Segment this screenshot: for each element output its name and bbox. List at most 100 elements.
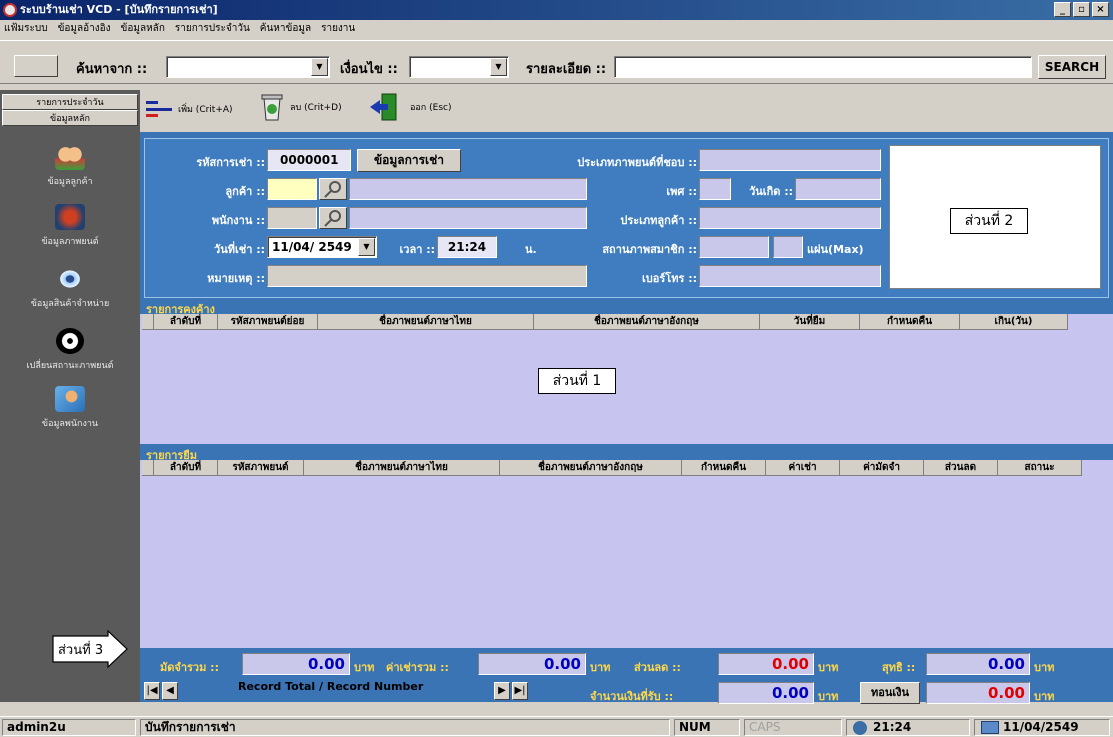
net-label: สุทธิ :: <box>882 661 916 674</box>
menu-search[interactable]: ค้นหาข้อมูล <box>260 20 311 38</box>
add-button[interactable]: เพิ่ม (Crit+A) <box>144 96 233 122</box>
deposit-label: มัดจำรวม :: <box>160 661 219 674</box>
first-record-button[interactable]: |◀ <box>144 682 160 700</box>
condition-combo[interactable]: ▼ <box>409 56 509 78</box>
member-status-label: สถานภาพสมาชิก :: <box>602 243 697 256</box>
change-amount-field: 0.00 <box>926 682 1030 704</box>
discount-field: 0.00 <box>718 653 814 675</box>
rent-total-label: ค่าเช่ารวม :: <box>386 661 449 674</box>
trash-icon <box>261 94 283 121</box>
status-time: 21:24 <box>846 719 970 736</box>
disc-icon <box>56 328 84 354</box>
col-sub-movie-id: รหัสภาพยนต์ย่อย <box>218 314 318 330</box>
last-record-button[interactable]: ▶| <box>512 682 528 700</box>
col-thai-title: ชื่อภาพยนต์ภาษาไทย <box>304 460 500 476</box>
minimize-button[interactable]: _ <box>1054 2 1071 17</box>
col-overdue: เกิน(วัน) <box>960 314 1068 330</box>
users-icon <box>55 144 85 170</box>
menu-file[interactable]: แฟ้มระบบ <box>4 20 48 38</box>
col-marker <box>142 314 154 330</box>
sidebar-item-products[interactable]: ข้อมูลสินค้าจำหน่าย <box>0 266 140 310</box>
toolbar: เพิ่ม (Crit+A) ลบ (Crit+D) ออก (Esc) <box>140 90 1113 130</box>
chevron-down-icon[interactable]: ▼ <box>490 58 507 76</box>
col-eng-title: ชื่อภาพยนต์ภาษาอังกฤษ <box>500 460 682 476</box>
col-marker <box>142 460 154 476</box>
borrow-grid: ลำดับที่ รหัสภาพยนต์ ชื่อภาพยนต์ภาษาไทย … <box>140 460 1113 648</box>
record-status-text: Record Total / Record Number <box>238 680 424 693</box>
max-discs-field <box>773 236 803 258</box>
rent-currency: บาท <box>590 661 611 674</box>
chevron-down-icon[interactable]: ▼ <box>311 58 328 76</box>
add-label: เพิ่ม (Crit+A) <box>178 105 233 115</box>
employee-label: พนักงาน :: <box>211 214 265 227</box>
sidebar-item-label: ข้อมูลสินค้าจำหน่าย <box>30 299 110 309</box>
delete-button[interactable]: ลบ (Crit+D) <box>258 92 342 122</box>
eye-disc-icon <box>55 266 85 292</box>
movie-icon <box>55 204 85 230</box>
status-num: NUM <box>674 719 740 736</box>
rental-form: รหัสการเช่า :: 0000001 ข้อมูลการเช่า ลูก… <box>144 138 1109 298</box>
tab-master[interactable]: ข้อมูลหลัก <box>2 110 138 126</box>
col-seq: ลำดับที่ <box>154 314 218 330</box>
col-seq: ลำดับที่ <box>154 460 218 476</box>
status-bar: admin2u บันทึกรายการเช่า NUM CAPS 21:24 … <box>0 716 1113 737</box>
employee-icon <box>55 386 85 412</box>
rental-id-field[interactable]: 0000001 <box>267 149 351 171</box>
discount-label: ส่วนลด :: <box>634 661 681 674</box>
restore-button[interactable]: ▫ <box>1073 2 1090 17</box>
next-record-button[interactable]: ▶ <box>494 682 510 700</box>
employee-id-input[interactable] <box>267 207 317 229</box>
add-icon <box>146 101 172 117</box>
rent-total-field: 0.00 <box>478 653 586 675</box>
menu-reference[interactable]: ข้อมูลอ้างอิง <box>58 20 111 38</box>
menu-bar: แฟ้มระบบ ข้อมูลอ้างอิง ข้อมูลหลัก รายการ… <box>0 20 1113 38</box>
customer-id-input[interactable] <box>267 178 317 200</box>
employee-lookup-button[interactable] <box>319 207 347 229</box>
fav-genre-label: ประเภทภาพยนต์ที่ชอบ :: <box>577 156 697 169</box>
discount-currency: บาท <box>818 661 839 674</box>
rental-info-button[interactable]: ข้อมูลการเช่า <box>357 149 461 172</box>
search-field-combo[interactable]: ▼ <box>166 56 330 78</box>
deposit-total-field: 0.00 <box>242 653 350 675</box>
rent-date-picker[interactable]: 11/04/ 2549 ▼ <box>267 236 377 258</box>
received-amount-input[interactable]: 0.00 <box>718 682 814 704</box>
col-movie-id: รหัสภาพยนต์ <box>218 460 304 476</box>
sidebar-item-change-status[interactable]: เปลี่ยนสถานะภาพยนต์ <box>0 328 140 372</box>
time-unit: น. <box>525 243 537 256</box>
status-screen: บันทึกรายการเช่า <box>140 719 670 736</box>
condition-label: เงื่อนไข :: <box>340 62 398 77</box>
search-icon <box>324 181 341 198</box>
exit-button[interactable]: ออก (Esc) <box>368 92 451 122</box>
phone-label: เบอร์โทร :: <box>642 272 697 285</box>
menu-report[interactable]: รายงาน <box>321 20 355 38</box>
sidebar-item-movies[interactable]: ข้อมูลภาพยนต์ <box>0 204 140 248</box>
search-icon <box>324 210 341 227</box>
col-due-date: กำหนดคืน <box>682 460 766 476</box>
col-status: สถานะ <box>998 460 1082 476</box>
close-button[interactable]: × <box>1092 2 1109 17</box>
time-field: 21:24 <box>437 236 497 258</box>
member-status-field <box>699 236 769 258</box>
chevron-down-icon[interactable]: ▼ <box>358 238 375 256</box>
col-due-date: กำหนดคืน <box>860 314 960 330</box>
customer-label: ลูกค้า :: <box>225 185 265 198</box>
prev-record-button[interactable]: ◀ <box>162 682 178 700</box>
customer-lookup-button[interactable] <box>319 178 347 200</box>
sidebar-item-employees[interactable]: ข้อมูลพนักงาน <box>0 386 140 430</box>
search-detail-input[interactable] <box>614 56 1032 78</box>
menu-daily[interactable]: รายการประจำวัน <box>175 20 250 38</box>
tab-daily[interactable]: รายการประจำวัน <box>2 94 138 110</box>
change-button[interactable]: ทอนเงิน <box>860 682 920 704</box>
sidebar-item-customers[interactable]: ข้อมูลลูกค้า <box>0 144 140 188</box>
search-from-label: ค้นหาจาก :: <box>76 62 148 77</box>
customer-type-field <box>699 207 881 229</box>
col-thai-title: ชื่อภาพยนต์ภาษาไทย <box>318 314 534 330</box>
part2-label: ส่วนที่ 2 <box>950 208 1028 234</box>
col-deposit: ค่ามัดจำ <box>840 460 924 476</box>
menu-master[interactable]: ข้อมูลหลัก <box>121 20 165 38</box>
sex-field <box>699 178 731 200</box>
customer-photo-panel: ส่วนที่ 2 <box>889 145 1101 289</box>
search-button[interactable]: SEARCH <box>1038 55 1106 79</box>
max-discs-label: แผ่น(Max) <box>807 243 864 256</box>
search-panel-toggle[interactable] <box>14 55 58 77</box>
